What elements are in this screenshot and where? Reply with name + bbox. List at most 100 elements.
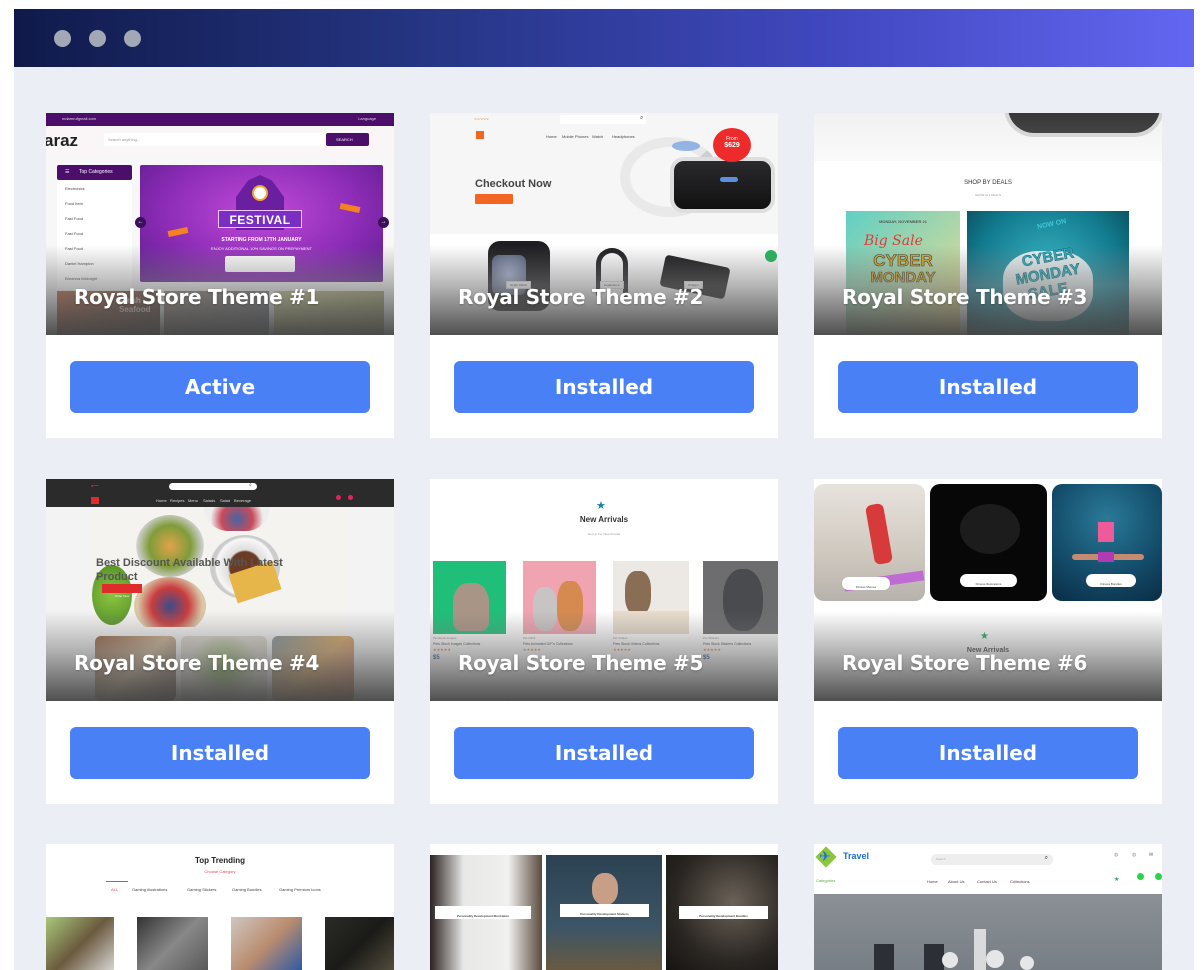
user-icon: ◍ — [1132, 852, 1137, 858]
app-window: mdamrufgmail.com Language araz Search an… — [14, 9, 1194, 970]
active-button[interactable]: Active — [70, 361, 370, 413]
theme-preview[interactable]: ★ New Arrivals Get Up For New Arrivals P… — [430, 479, 778, 701]
section-title: Top Trending — [194, 856, 246, 865]
tile-label: Fitness Bundles — [1100, 582, 1122, 586]
section-subtitle: Get Up For New Arrivals — [587, 532, 621, 536]
theme-preview[interactable]: Top Trending Choose Category ALL Gaming … — [46, 844, 394, 970]
tab-all: ALL — [111, 887, 119, 892]
theme-card: ★ New Arrivals Get Up For New Arrivals P… — [430, 479, 778, 804]
section-title: New Arrivals — [579, 515, 629, 524]
theme-preview[interactable]: SHOP BY DEALS SHOW ALL DEALS MONDAY, NOV… — [814, 113, 1162, 335]
theme-preview[interactable]: Personality Development Illustration Per… — [430, 844, 778, 970]
theme-title: Royal Store Theme #5 — [458, 651, 704, 675]
plane-icon: ✈ — [819, 848, 831, 864]
installed-button[interactable]: Installed — [454, 727, 754, 779]
nav-item: Menu — [188, 498, 199, 503]
store-logo: ~~~~~ — [474, 117, 489, 123]
language-link: Language — [358, 116, 376, 121]
menu-button — [476, 131, 484, 139]
tile-label: Fitness Illustrations — [975, 582, 1002, 586]
category-item: Fast Food — [65, 216, 84, 221]
installed-button[interactable]: Installed — [838, 727, 1138, 779]
theme-card: Top Trending Choose Category ALL Gaming … — [46, 844, 394, 970]
vr-headset-image — [610, 127, 778, 223]
theme-card: ●━━ ⌕ Home Recipes Menu Salads Salad Bev… — [46, 479, 394, 804]
category-item: Fast Food — [65, 231, 84, 236]
hero-button: Order Now — [102, 584, 142, 598]
theme-preview[interactable]: ●━━ ⌕ Home Recipes Menu Salads Salad Bev… — [46, 479, 394, 701]
search-icon: ⌕ — [249, 482, 252, 488]
nav-item: Collections — [1010, 879, 1030, 884]
theme-card: Personality Development Illustration Per… — [430, 844, 778, 970]
nav-item: Beverage — [234, 498, 252, 503]
tile-label: Personality Development Illustration — [456, 914, 509, 918]
tab-gaming-bundles: Gaming Bundles — [232, 887, 262, 892]
theme-title: Royal Store Theme #3 — [842, 285, 1088, 309]
category-item: Electronics — [65, 186, 85, 191]
banner-line1: STARTING FROM 17TH JANUARY — [221, 237, 302, 243]
installed-button[interactable]: Installed — [454, 361, 754, 413]
wishlist-badge — [1137, 873, 1144, 880]
hero-image — [814, 894, 1162, 970]
nav-item: Contact Us — [977, 879, 997, 884]
section-subtitle: Choose Category — [204, 869, 236, 874]
globe-icon: ◍ — [1114, 852, 1119, 858]
maximize-dot[interactable] — [124, 30, 141, 47]
nav-item: Watch — [592, 134, 604, 139]
search-button: SEARCH — [336, 137, 353, 142]
store-logo: Travel — [843, 851, 870, 861]
search-input: Search — [936, 857, 946, 861]
menu-icon: ☰ — [65, 169, 70, 175]
theme-card: SHOP BY DEALS SHOW ALL DEALS MONDAY, NOV… — [814, 113, 1162, 438]
star-icon: ★ — [596, 500, 606, 512]
hero-button: Shop Now — [475, 194, 513, 208]
search-input: Search anything... — [108, 137, 141, 142]
theme-card: ✈ Travel Search ⌕ ◍ ◍ ✉ Categories Home … — [814, 844, 1162, 970]
theme-preview[interactable]: mdamrufgmail.com Language araz Search an… — [46, 113, 394, 335]
gaming-image — [137, 917, 208, 970]
minimize-dot[interactable] — [89, 30, 106, 47]
hero-title: Best Discount Available With Latest Prod… — [96, 557, 283, 583]
installed-button[interactable]: Installed — [838, 361, 1138, 413]
theme-title: Royal Store Theme #4 — [74, 651, 320, 675]
mail-icon: ✉ — [1149, 852, 1154, 858]
nav-item: About Us — [948, 879, 965, 884]
section-title: SHOP BY DEALS — [964, 180, 1012, 186]
categories-dropdown: Categories — [816, 878, 836, 883]
cart-badge — [1155, 873, 1162, 880]
dark-header: ●━━ ⌕ Home Recipes Menu Salads Salad Bev… — [46, 479, 394, 507]
price-badge: From $629 — [713, 128, 751, 162]
theme-title: Royal Store Theme #1 — [74, 285, 320, 309]
fitness-tile: Fitness Memes — [814, 484, 925, 601]
tile-label: Personality Development Stickers — [580, 912, 629, 916]
nav-item: Home — [156, 498, 167, 503]
home-icon: ★ — [1114, 877, 1120, 883]
theme-preview[interactable]: ~~~~~ ⌕ Home Mobile Phones Watch Headpho… — [430, 113, 778, 335]
email-text: mdamrufgmail.com — [62, 116, 97, 121]
nav-item: Salad — [220, 498, 231, 503]
store-logo: araz — [46, 131, 79, 150]
close-dot[interactable] — [54, 30, 71, 47]
tab-gaming-premium-icons: Gaming Premium Icons — [279, 887, 321, 892]
nav-item: Mobile Phones — [562, 134, 589, 139]
banner-title: FESTIVAL — [229, 213, 291, 227]
tab-gaming-illustrations: Gaming Illustrations — [132, 887, 168, 892]
prev-arrow-icon: ← — [135, 217, 146, 228]
nav-item: Recipes — [170, 498, 185, 503]
gaming-image — [231, 917, 302, 970]
tile-label: Fitness Memes — [855, 585, 877, 589]
categories-header: Top Categories — [79, 169, 113, 175]
vr-headset-image — [1004, 113, 1162, 137]
installed-button[interactable]: Installed — [70, 727, 370, 779]
theme-title: Royal Store Theme #6 — [842, 651, 1088, 675]
tab-gaming-stickers: Gaming Stickers — [187, 887, 217, 892]
section-subtitle: SHOW ALL DEALS — [975, 193, 1001, 197]
theme-preview[interactable]: ✈ Travel Search ⌕ ◍ ◍ ✉ Categories Home … — [814, 844, 1162, 970]
next-arrow-icon: → — [378, 217, 389, 228]
theme-card: mdamrufgmail.com Language araz Search an… — [46, 113, 394, 438]
theme-card: Fitness Memes Fitness Illustrations Fitn… — [814, 479, 1162, 804]
fitness-tile: Fitness Bundles — [1052, 484, 1162, 601]
nav-item: Home — [927, 879, 938, 884]
personality-tile: Personality Development Stickers — [546, 855, 662, 970]
theme-preview[interactable]: Fitness Memes Fitness Illustrations Fitn… — [814, 479, 1162, 701]
